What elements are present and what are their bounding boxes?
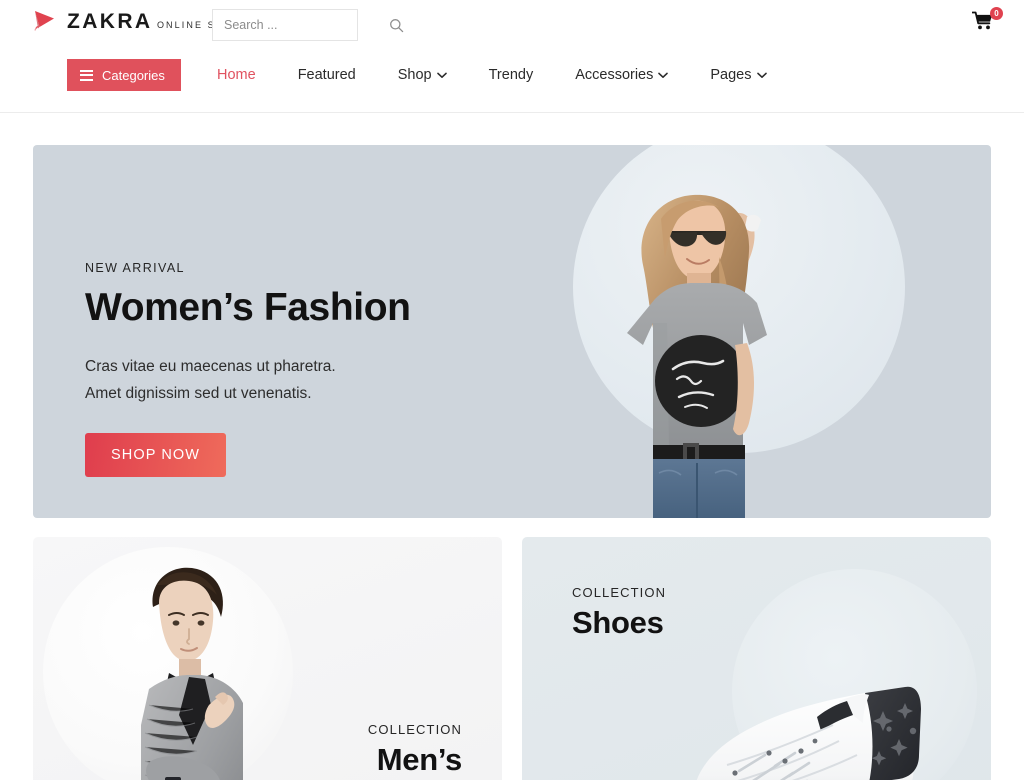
mens-model-photo — [93, 555, 293, 780]
search-box[interactable] — [212, 9, 404, 41]
chevron-down-icon — [658, 72, 669, 79]
play-triangle-icon — [32, 8, 58, 34]
nav-item-label: Shop — [397, 67, 432, 83]
collection-card-mens[interactable]: COLLECTION Men’s — [33, 537, 502, 780]
shoe-product-photo — [669, 605, 969, 780]
nav-item-shop[interactable]: Shop — [377, 57, 468, 93]
card-caption: COLLECTION Men’s — [368, 722, 462, 777]
card-eyebrow: COLLECTION — [367, 722, 462, 737]
hero-text-block: NEW ARRIVAL Women’s Fashion Cras vitae e… — [85, 261, 411, 478]
hero-banner[interactable]: NEW ARRIVAL Women’s Fashion Cras vitae e… — [33, 145, 991, 518]
shop-now-button[interactable]: SHOP NOW — [85, 433, 227, 478]
collection-cards: COLLECTION Men’s COLLECTION Shoes — [33, 537, 991, 780]
collection-card-shoes[interactable]: COLLECTION Shoes — [522, 537, 991, 780]
chevron-down-icon — [756, 72, 767, 79]
nav-item-home[interactable]: Home — [196, 57, 277, 93]
nav-item-trendy[interactable]: Trendy — [468, 57, 555, 93]
header-top-bar: ZAKRA ONLINE STORE 0 — [0, 0, 1024, 55]
shopping-cart-icon — [971, 11, 994, 35]
nav-item-featured[interactable]: Featured — [277, 57, 377, 93]
hero-title: Women’s Fashion — [85, 286, 411, 329]
card-eyebrow: COLLECTION — [572, 585, 667, 600]
logo-title: ZAKRA — [67, 9, 153, 33]
primary-navigation: Categories Home Featured Shop Trendy Acc… — [0, 55, 1024, 112]
hamburger-icon — [80, 69, 93, 81]
card-title: Men’s — [376, 742, 463, 777]
cart-count-badge: 0 — [990, 7, 1003, 20]
nav-item-label: Home — [217, 67, 256, 83]
categories-button-label: Categories — [102, 67, 165, 83]
nav-item-label: Featured — [297, 67, 356, 83]
card-caption: COLLECTION Shoes — [572, 585, 666, 640]
hero-subtitle-line-1: Cras vitae eu maecenas ut pharetra. — [85, 358, 336, 376]
chevron-down-icon — [436, 72, 447, 79]
nav-list: Home Featured Shop Trendy Accessories Pa… — [196, 55, 788, 95]
hero-model-photo — [561, 173, 861, 518]
nav-item-label: Pages — [710, 67, 752, 83]
card-title: Shoes — [572, 605, 664, 640]
nav-item-label: Trendy — [488, 67, 534, 83]
cart-button[interactable]: 0 — [971, 7, 1003, 37]
search-input[interactable] — [213, 10, 389, 40]
search-icon[interactable] — [389, 18, 404, 33]
categories-button[interactable]: Categories — [67, 59, 181, 91]
nav-item-pages[interactable]: Pages — [689, 57, 787, 93]
hero-subtitle-line-2: Amet dignissim sed ut venenatis. — [85, 384, 312, 402]
site-header: ZAKRA ONLINE STORE 0 — [0, 0, 1024, 113]
nav-item-accessories[interactable]: Accessories — [554, 57, 689, 93]
hero-eyebrow: NEW ARRIVAL — [85, 261, 185, 275]
nav-item-label: Accessories — [575, 67, 654, 83]
